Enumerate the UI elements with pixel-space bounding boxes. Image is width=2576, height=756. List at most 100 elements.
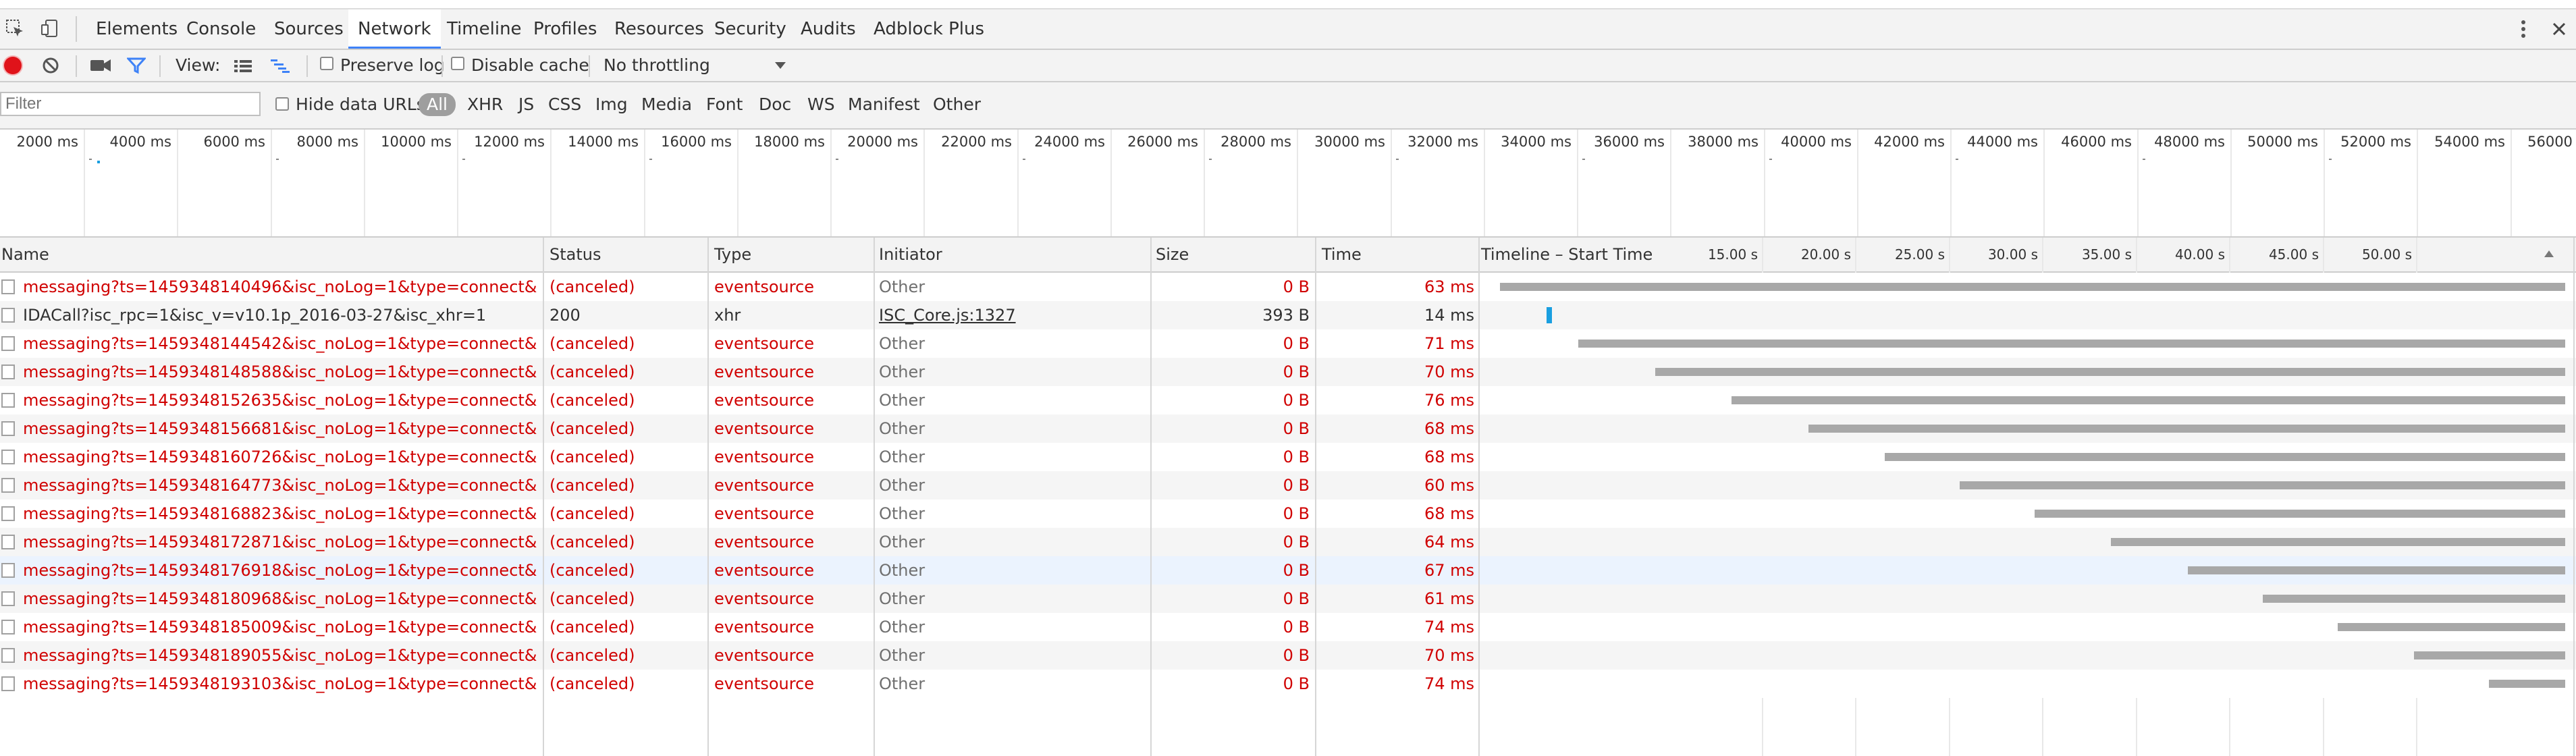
filter-type-js[interactable]: JS (514, 93, 538, 116)
filter-type-font[interactable]: Font (702, 93, 747, 116)
column-divider[interactable] (874, 238, 875, 756)
waterfall-bar[interactable] (1578, 340, 2565, 348)
table-row[interactable]: messaging?ts=1459348193103&isc_noLog=1&t… (0, 670, 2576, 698)
clear-icon[interactable] (41, 55, 61, 76)
tab-resources[interactable]: Resources (605, 9, 714, 49)
waterfall-overview-icon[interactable] (269, 55, 292, 76)
request-name[interactable]: messaging?ts=1459348156681&isc_noLog=1&t… (23, 414, 537, 443)
waterfall-bar[interactable] (1885, 453, 2565, 461)
throttling-select[interactable]: No throttling (603, 50, 793, 81)
table-row[interactable]: messaging?ts=1459348172871&isc_noLog=1&t… (0, 528, 2576, 556)
tab-sources[interactable]: Sources (265, 9, 353, 49)
waterfall-bar[interactable] (2111, 538, 2565, 546)
column-header-time[interactable]: Time (1322, 238, 1362, 271)
request-name[interactable]: messaging?ts=1459348152635&isc_noLog=1&t… (23, 386, 537, 414)
tab-profiles[interactable]: Profiles (524, 9, 606, 49)
column-divider[interactable] (1150, 238, 1152, 756)
tab-audits[interactable]: Audits (791, 9, 865, 49)
waterfall-bar[interactable] (1500, 283, 2565, 291)
table-row[interactable]: IDACall?isc_rpc=1&isc_v=v10.1p_2016-03-2… (0, 301, 2576, 329)
request-name[interactable]: messaging?ts=1459348193103&isc_noLog=1&t… (23, 670, 537, 698)
request-name[interactable]: messaging?ts=1459348180968&isc_noLog=1&t… (23, 585, 537, 613)
tab-adblock-plus[interactable]: Adblock Plus (864, 9, 994, 49)
waterfall-bar[interactable] (2489, 680, 2565, 688)
request-name[interactable]: messaging?ts=1459348172871&isc_noLog=1&t… (23, 528, 537, 556)
filter-type-manifest[interactable]: Manifest (844, 93, 924, 116)
column-divider[interactable] (2573, 238, 2575, 756)
tab-network[interactable]: Network (348, 9, 441, 49)
column-divider[interactable] (1315, 238, 1316, 756)
filter-type-ws[interactable]: WS (803, 93, 839, 116)
column-divider[interactable] (1478, 238, 1480, 756)
tab-console[interactable]: Console (177, 9, 265, 49)
waterfall-bar[interactable] (2338, 623, 2565, 631)
request-name[interactable]: messaging?ts=1459348164773&isc_noLog=1&t… (23, 471, 537, 500)
column-header-status[interactable]: Status (549, 238, 601, 271)
sort-ascending-icon[interactable] (2542, 246, 2556, 262)
waterfall-bar[interactable] (2188, 566, 2565, 574)
record-button[interactable] (4, 57, 22, 74)
waterfall-bar[interactable] (2263, 595, 2565, 603)
column-header-name[interactable]: Name (1, 238, 49, 271)
column-header-initiator[interactable]: Initiator (879, 238, 942, 271)
table-row[interactable]: messaging?ts=1459348152635&isc_noLog=1&t… (0, 386, 2576, 414)
close-devtools-icon[interactable] (2548, 18, 2571, 40)
tab-elements[interactable]: Elements (86, 9, 187, 49)
request-status: (canceled) (549, 476, 635, 495)
preserve-log-checkbox[interactable] (320, 57, 333, 70)
table-row[interactable]: messaging?ts=1459348168823&isc_noLog=1&t… (0, 500, 2576, 528)
table-row[interactable]: messaging?ts=1459348185009&isc_noLog=1&t… (0, 613, 2576, 641)
waterfall-bar[interactable] (1960, 481, 2565, 489)
request-name[interactable]: IDACall?isc_rpc=1&isc_v=v10.1p_2016-03-2… (23, 301, 537, 329)
request-name[interactable]: messaging?ts=1459348168823&isc_noLog=1&t… (23, 500, 537, 528)
table-row[interactable]: messaging?ts=1459348176918&isc_noLog=1&t… (0, 556, 2576, 585)
filter-type-other[interactable]: Other (929, 93, 985, 116)
initiator-link[interactable]: ISC_Core.js:1327 (879, 301, 1146, 329)
table-row[interactable]: messaging?ts=1459348144542&isc_noLog=1&t… (0, 329, 2576, 358)
waterfall-bar[interactable] (1732, 396, 2565, 404)
filter-type-xhr[interactable]: XHR (463, 93, 507, 116)
waterfall-bar[interactable] (2035, 510, 2565, 518)
disable-cache-checkbox[interactable] (451, 57, 464, 70)
device-mode-icon[interactable] (39, 16, 61, 40)
table-row[interactable]: messaging?ts=1459348180968&isc_noLog=1&t… (0, 585, 2576, 613)
request-name[interactable]: messaging?ts=1459348144542&isc_noLog=1&t… (23, 329, 537, 358)
column-divider[interactable] (707, 238, 709, 756)
filter-type-all[interactable]: All (419, 93, 456, 116)
filter-type-img[interactable]: Img (591, 93, 632, 116)
column-header-size[interactable]: Size (1156, 238, 1189, 271)
inspect-element-icon[interactable] (4, 16, 26, 40)
request-name[interactable]: messaging?ts=1459348176918&isc_noLog=1&t… (23, 556, 537, 585)
filter-input[interactable] (0, 92, 261, 116)
table-row[interactable]: messaging?ts=1459348148588&isc_noLog=1&t… (0, 358, 2576, 386)
request-name[interactable]: messaging?ts=1459348140496&isc_noLog=1&t… (23, 273, 537, 301)
table-row[interactable]: messaging?ts=1459348140496&isc_noLog=1&t… (0, 273, 2576, 301)
waterfall-bar[interactable] (2414, 651, 2565, 659)
column-header-timeline[interactable]: Timeline – Start Time (1481, 238, 1653, 271)
table-row[interactable]: messaging?ts=1459348160726&isc_noLog=1&t… (0, 443, 2576, 471)
table-row[interactable]: messaging?ts=1459348156681&isc_noLog=1&t… (0, 414, 2576, 443)
filter-type-css[interactable]: CSS (544, 93, 585, 116)
large-rows-icon[interactable] (232, 55, 254, 76)
waterfall-bar[interactable] (1655, 368, 2565, 376)
filter-icon[interactable] (126, 55, 147, 76)
request-name[interactable]: messaging?ts=1459348189055&isc_noLog=1&t… (23, 641, 537, 670)
waterfall-bar[interactable] (1808, 425, 2565, 433)
request-name[interactable]: messaging?ts=1459348160726&isc_noLog=1&t… (23, 443, 537, 471)
table-row[interactable]: messaging?ts=1459348164773&isc_noLog=1&t… (0, 471, 2576, 500)
filter-type-doc[interactable]: Doc (755, 93, 795, 116)
column-divider[interactable] (543, 238, 544, 756)
capture-screenshots-icon[interactable] (89, 55, 112, 76)
hide-data-urls-checkbox[interactable] (275, 97, 289, 111)
request-name[interactable]: messaging?ts=1459348148588&isc_noLog=1&t… (23, 358, 537, 386)
tab-timeline[interactable]: Timeline (437, 9, 531, 49)
file-icon (1, 279, 15, 294)
tab-security[interactable]: Security (705, 9, 796, 49)
chevron-down-icon[interactable] (772, 57, 788, 74)
more-options-icon[interactable] (2515, 16, 2531, 42)
waterfall-bar[interactable] (1547, 307, 1552, 323)
table-row[interactable]: messaging?ts=1459348189055&isc_noLog=1&t… (0, 641, 2576, 670)
filter-type-media[interactable]: Media (637, 93, 696, 116)
column-header-type[interactable]: Type (714, 238, 751, 271)
request-name[interactable]: messaging?ts=1459348185009&isc_noLog=1&t… (23, 613, 537, 641)
